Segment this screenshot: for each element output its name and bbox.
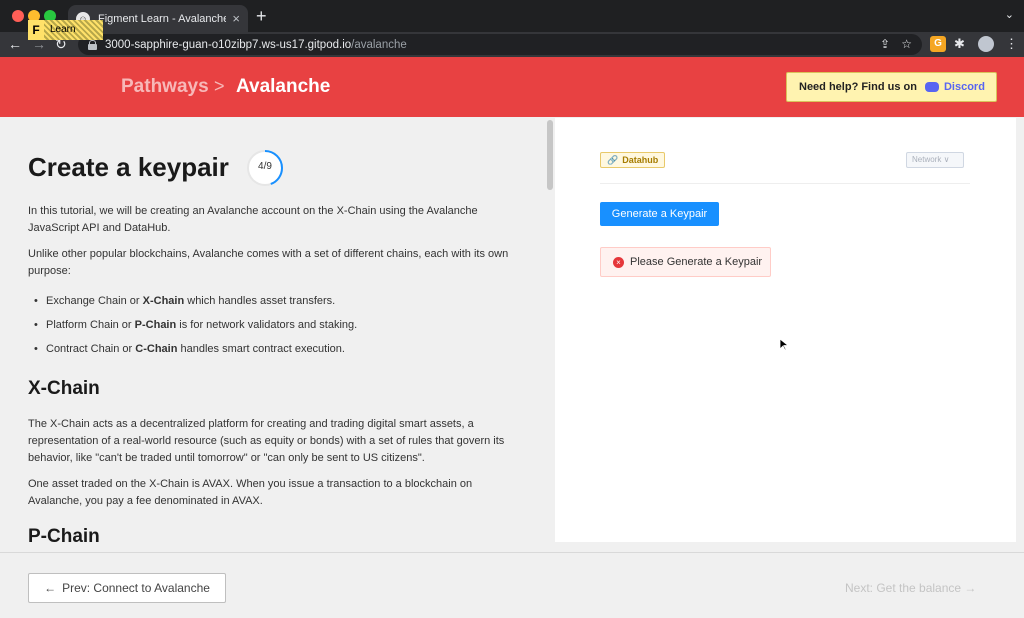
close-tab-icon[interactable]: ×	[232, 11, 240, 26]
browser-toolbar: ← → ↻ 3000-sapphire-guan-o10zibp7.ws-us1…	[0, 32, 1024, 57]
breadcrumb-pathways-link[interactable]: Pathways	[121, 76, 209, 98]
logo-text: Learn	[44, 20, 103, 40]
link-icon: 🔗	[607, 154, 619, 165]
step-progress-text: 4/9	[258, 161, 272, 172]
prev-step-label: Prev: Connect to Avalanche	[62, 581, 210, 595]
address-bar[interactable]: 3000-sapphire-guan-o10zibp7.ws-us17.gitp…	[78, 34, 922, 55]
discord-label: Discord	[943, 81, 985, 93]
tab-title: Figment Learn - Avalanche Pat	[98, 12, 227, 25]
extension-g-icon[interactable]: G	[930, 36, 946, 52]
close-window-button[interactable]	[12, 10, 24, 22]
url-host: 3000-sapphire-guan-o10zibp7.ws-us17.gitp…	[105, 38, 352, 51]
chains-intro-paragraph: Unlike other popular blockchains, Avalan…	[28, 248, 509, 277]
bullet-p-chain: Platform Chain or P-Chain is for network…	[34, 319, 357, 331]
network-select[interactable]: Network ∨	[906, 152, 964, 168]
generate-keypair-button[interactable]: Generate a Keypair	[600, 202, 719, 226]
new-tab-button[interactable]: +	[256, 6, 267, 26]
datahub-tag[interactable]: 🔗 Datahub	[600, 152, 666, 168]
url-path: /avalanche	[351, 38, 407, 51]
profile-avatar[interactable]	[978, 36, 994, 52]
x-chain-paragraph-1: The X-Chain acts as a decentralized plat…	[28, 418, 505, 464]
datahub-tag-label: Datahub	[622, 155, 659, 165]
bookmark-star-icon[interactable]: ☆	[901, 37, 912, 51]
help-text: Need help? Find us on	[799, 81, 917, 93]
figment-learn-logo[interactable]: F Learn	[28, 20, 103, 40]
share-icon[interactable]: ⇪	[880, 37, 890, 51]
browser-menu-icon[interactable]: ⋮	[1005, 36, 1021, 52]
intro-paragraph: In this tutorial, we will be creating an…	[28, 205, 478, 234]
logo-letter: F	[28, 20, 44, 40]
discord-icon	[924, 82, 939, 92]
mouse-cursor-icon	[780, 339, 788, 351]
error-alert: × Please Generate a Keypair	[600, 247, 771, 277]
breadcrumb-current: Avalanche	[236, 76, 331, 97]
arrow-left-icon: ←	[44, 581, 57, 595]
browser-tab-bar: ☺ Figment Learn - Avalanche Pat × + ⌄	[0, 0, 1024, 32]
lock-icon[interactable]	[88, 39, 97, 50]
extensions-puzzle-icon[interactable]: ✱	[954, 36, 970, 52]
tutorial-scrollbar-thumb[interactable]	[547, 120, 553, 190]
next-step-link[interactable]: Next: Get the balance →	[845, 581, 976, 595]
x-chain-heading: X-Chain	[28, 378, 100, 399]
p-chain-heading: P-Chain	[28, 526, 100, 544]
error-alert-text: Please Generate a Keypair	[630, 256, 763, 268]
interactive-panel	[555, 118, 1016, 542]
back-arrow-icon[interactable]: ←	[8, 35, 22, 53]
breadcrumb-separator: >	[214, 76, 225, 96]
bullet-c-chain: Contract Chain or C-Chain handles smart …	[34, 343, 345, 355]
page-title: Create a keypair	[28, 152, 229, 182]
discord-help-button[interactable]: Need help? Find us on Discord	[786, 72, 997, 102]
panel-divider	[600, 183, 970, 184]
bullet-x-chain: Exchange Chain or X-Chain which handles …	[34, 295, 335, 307]
error-circle-icon: ×	[613, 256, 624, 268]
tab-search-chevron-icon[interactable]: ⌄	[1005, 8, 1014, 21]
x-chain-paragraph-2: One asset traded on the X-Chain is AVAX.…	[28, 478, 473, 507]
prev-step-button[interactable]: ← Prev: Connect to Avalanche	[28, 573, 226, 603]
